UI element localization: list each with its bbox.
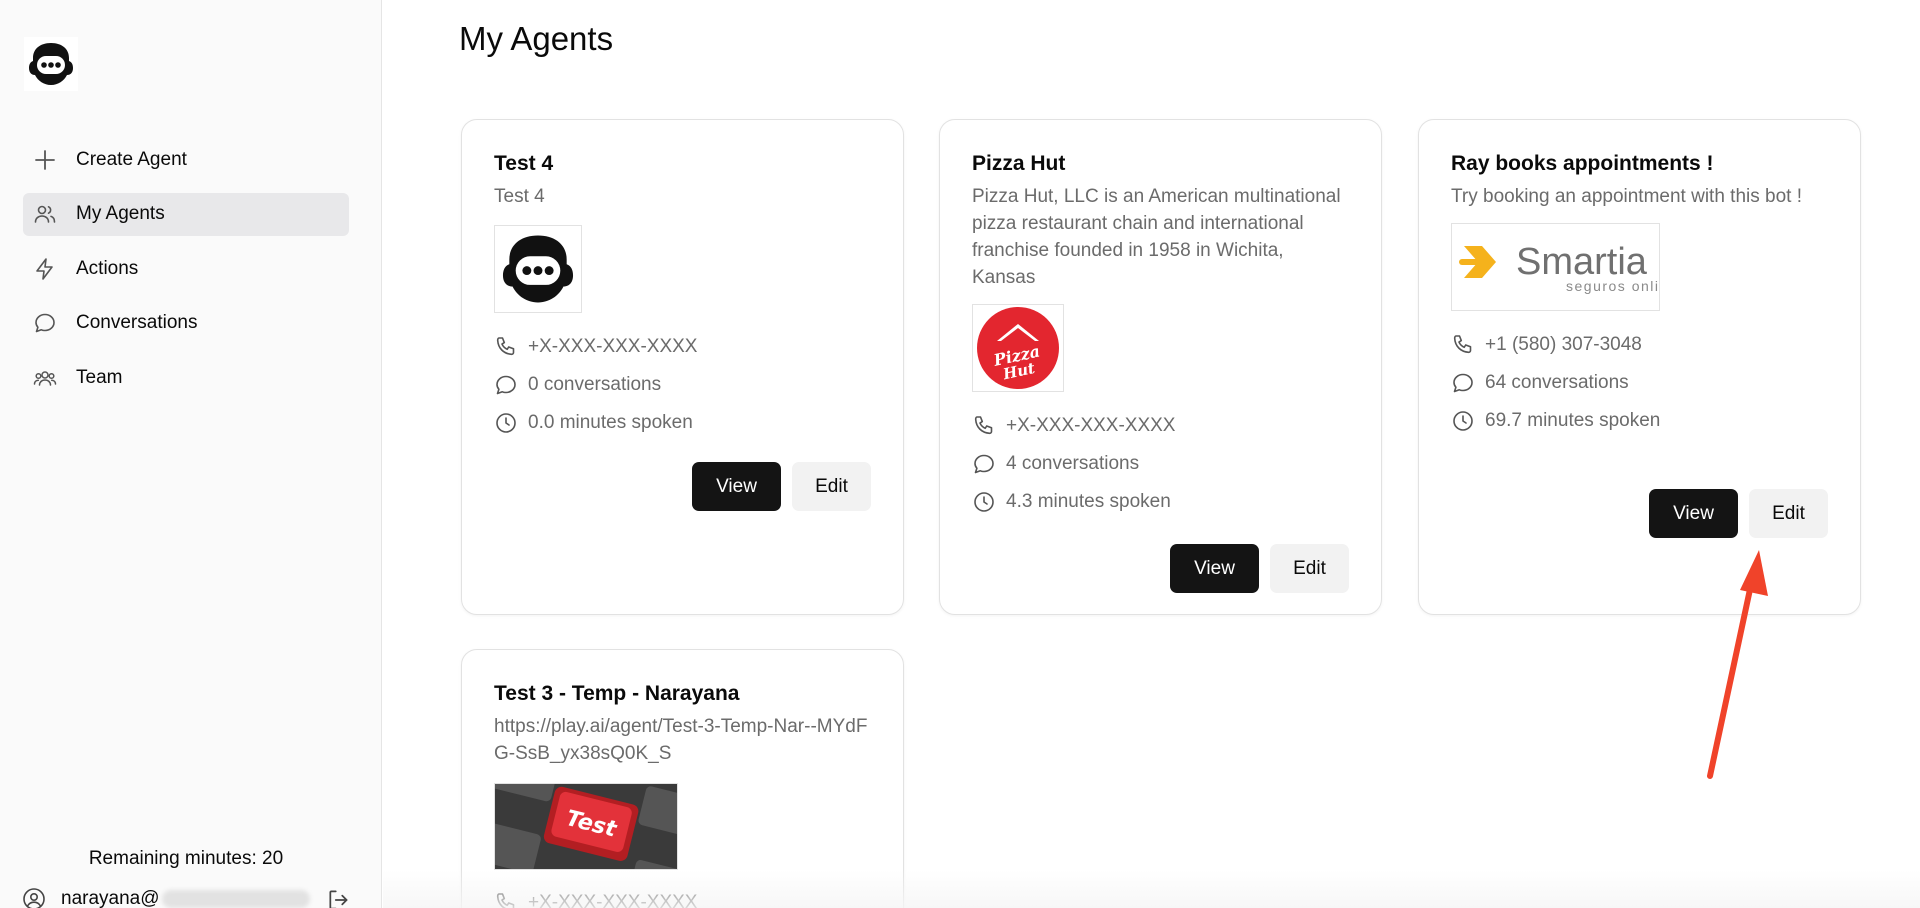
sidebar-item-my-agents[interactable]: My Agents	[23, 192, 349, 236]
phone-icon	[494, 335, 518, 359]
redacted-email-domain	[161, 890, 310, 908]
user-avatar-icon	[22, 887, 46, 908]
agent-conversations: 4 conversations	[972, 445, 1349, 483]
agent-description: Test 4	[494, 186, 545, 207]
sidebar: Create Agent My Agents Actions Conversat…	[0, 0, 382, 908]
sidebar-item-actions[interactable]: Actions	[23, 247, 349, 290]
clock-icon	[1451, 409, 1475, 433]
chat-bubble-icon	[1451, 371, 1475, 395]
annotation-arrow-icon	[1707, 550, 1768, 779]
view-button[interactable]: View	[1649, 489, 1738, 538]
agent-card: Ray books appointments ! Try booking an …	[1418, 119, 1861, 615]
agent-actions: View Edit	[1170, 544, 1349, 593]
agent-avatar-image: Smartia seguros online	[1451, 223, 1660, 311]
agent-conversations: 0 conversations	[494, 366, 871, 404]
chat-bubble-icon	[972, 452, 996, 476]
sidebar-item-label: Actions	[76, 257, 139, 279]
team-icon	[32, 365, 58, 391]
agent-avatar-image	[494, 225, 582, 313]
sidebar-item-conversations[interactable]: Conversations	[23, 302, 349, 345]
lightning-icon	[32, 256, 58, 282]
sidebar-item-create-agent[interactable]: Create Agent	[23, 138, 349, 181]
agent-phone: +X-XXX-XXX-XXXX	[972, 407, 1349, 445]
agent-name: Test 3 - Temp - Narayana	[494, 682, 740, 705]
app-logo-icon[interactable]	[24, 37, 78, 91]
users-icon	[32, 201, 58, 227]
sidebar-item-label: My Agents	[76, 203, 165, 224]
sidebar-item-label: Team	[76, 366, 123, 388]
agent-avatar-image: Pizza Hut	[972, 304, 1064, 392]
agent-card: Test 3 - Temp - Narayana https://play.ai…	[461, 649, 904, 908]
chat-bubble-icon	[32, 310, 58, 336]
phone-icon	[972, 414, 996, 438]
agent-phone: +X-XXX-XXX-XXXX	[494, 328, 871, 366]
clock-icon	[972, 490, 996, 514]
agent-avatar-image: Test	[494, 783, 678, 870]
view-button[interactable]: View	[1170, 544, 1259, 593]
agent-actions: View Edit	[1649, 489, 1828, 538]
agent-phone: +1 (580) 307-3048	[1451, 326, 1828, 364]
edit-button[interactable]: Edit	[1749, 489, 1828, 538]
sidebar-nav: Create Agent My Agents Actions Conversat…	[23, 138, 349, 411]
agent-description: Try booking an appointment with this bot…	[1451, 186, 1802, 207]
edit-button[interactable]: Edit	[792, 462, 871, 511]
remaining-minutes: Remaining minutes: 20	[88, 848, 284, 869]
agent-description: Pizza Hut, LLC is an American multinatio…	[972, 186, 1341, 288]
sidebar-item-label: Create Agent	[76, 148, 187, 170]
clock-icon	[494, 411, 518, 435]
user-email: narayana@	[61, 888, 160, 908]
agent-name: Test 4	[494, 152, 554, 175]
agent-description: https://play.ai/agent/Test-3-Temp-Nar--M…	[494, 716, 868, 764]
phone-icon	[494, 891, 518, 908]
chat-bubble-icon	[494, 373, 518, 397]
agent-minutes: 0.0 minutes spoken	[494, 404, 871, 442]
agent-minutes: 69.7 minutes spoken	[1451, 402, 1828, 440]
sidebar-item-team[interactable]: Team	[23, 356, 349, 399]
svg-text:Smartia: Smartia	[1516, 241, 1648, 283]
svg-text:seguros online: seguros online	[1566, 278, 1660, 294]
agent-card: Test 4 Test 4 +X-XXX-XXX-XXXX 0 conversa…	[461, 119, 904, 615]
agent-card: Pizza Hut Pizza Hut, LLC is an American …	[939, 119, 1382, 615]
agent-conversations: 64 conversations	[1451, 364, 1828, 402]
agent-minutes: 4.3 minutes spoken	[972, 483, 1349, 521]
plus-icon	[32, 147, 58, 173]
smartia-logo-icon: Smartia seguros online	[1459, 241, 1660, 294]
agent-phone: +X-XXX-XXX-XXXX	[494, 884, 871, 908]
phone-icon	[1451, 333, 1475, 357]
sidebar-item-label: Conversations	[76, 312, 198, 333]
user-account[interactable]: narayana@	[22, 884, 352, 908]
logout-icon[interactable]	[326, 887, 352, 908]
agent-name: Ray books appointments !	[1451, 152, 1714, 175]
page-title: My Agents	[459, 20, 614, 57]
agent-name: Pizza Hut	[972, 152, 1066, 175]
view-button[interactable]: View	[692, 462, 781, 511]
test-key-photo-icon: Test	[495, 784, 677, 869]
agent-actions: View Edit	[692, 462, 871, 511]
edit-button[interactable]: Edit	[1270, 544, 1349, 593]
pizza-hut-logo-icon: Pizza Hut	[977, 307, 1059, 389]
